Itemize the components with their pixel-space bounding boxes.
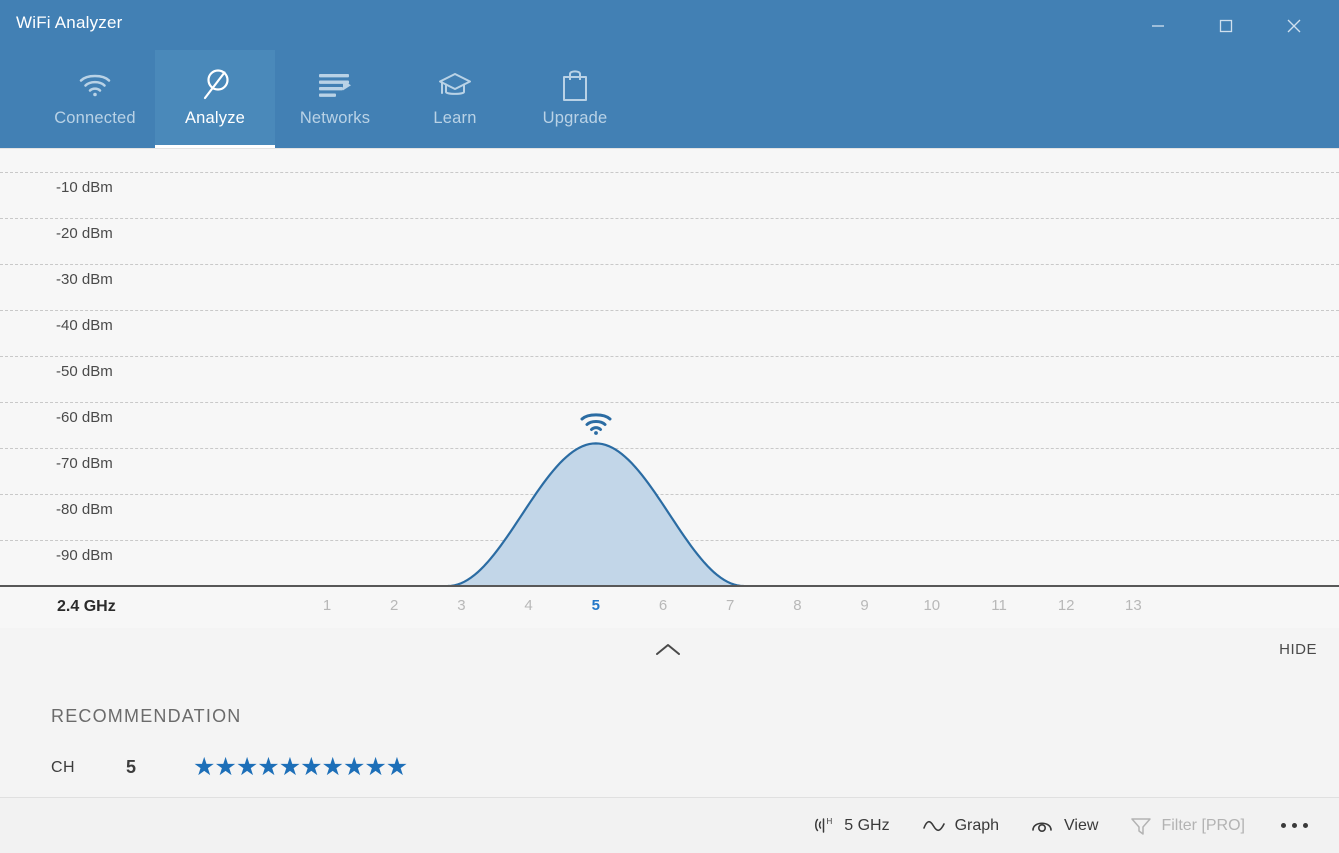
rating-star: ★ — [364, 755, 385, 780]
nav-item-connected[interactable]: Connected — [35, 50, 155, 148]
minimize-button[interactable] — [1135, 0, 1181, 52]
chart-x-axis: 2.4 GHz 12345678910111213 — [0, 585, 1339, 628]
wifi-analyzer-window: WiFi Analyzer — [0, 0, 1339, 853]
channel-tick-6[interactable]: 6 — [659, 598, 667, 613]
channel-tick-11[interactable]: 11 — [991, 598, 1007, 613]
close-icon — [1285, 17, 1303, 35]
toolbar-graph-button[interactable]: Graph — [906, 806, 1015, 846]
channel-tick-4[interactable]: 4 — [524, 598, 532, 613]
rating-star: ★ — [214, 755, 235, 780]
maximize-icon — [1218, 18, 1234, 34]
toolbar-more-button[interactable] — [1267, 806, 1321, 846]
band-label: 2.4 GHz — [57, 598, 116, 616]
channel-tick-1[interactable]: 1 — [323, 598, 331, 613]
toolbar-graph-label: Graph — [955, 817, 999, 835]
close-button[interactable] — [1271, 0, 1317, 52]
panel-collapse-bar: HIDE — [0, 628, 1339, 675]
rating-star: ★ — [257, 755, 278, 780]
app-header: WiFi Analyzer — [0, 0, 1339, 148]
antenna-band-icon: H — [813, 816, 835, 836]
wave-graph-icon — [922, 817, 946, 835]
analyze-magnifier-icon — [199, 64, 231, 106]
collapse-chevron-button[interactable] — [645, 637, 691, 667]
access-point-wifi-icon[interactable] — [579, 412, 613, 441]
toolbar-filter-button[interactable]: Filter [PRO] — [1114, 806, 1261, 846]
window-controls — [1135, 0, 1339, 52]
channel-tick-7[interactable]: 7 — [726, 598, 734, 613]
channel-tick-2[interactable]: 2 — [390, 598, 398, 613]
channel-tick-10[interactable]: 10 — [923, 598, 940, 613]
network-signal-curve — [0, 149, 1339, 585]
main-nav: Connected Analyze — [35, 50, 635, 148]
nav-item-networks[interactable]: Networks — [275, 50, 395, 148]
toolbar-view-button[interactable]: View — [1015, 806, 1114, 846]
recommendation-ch-label: CH — [51, 759, 75, 777]
toolbar-band-label: 5 GHz — [844, 817, 889, 835]
hide-button[interactable]: HIDE — [1279, 641, 1317, 658]
chevron-up-icon — [653, 641, 683, 664]
channel-tick-9[interactable]: 9 — [860, 598, 868, 613]
more-dot — [1292, 823, 1297, 828]
signal-chart[interactable]: -10 dBm-20 dBm-30 dBm-40 dBm-50 dBm-60 d… — [0, 148, 1339, 585]
channel-tick-8[interactable]: 8 — [793, 598, 801, 613]
wifi-icon — [78, 64, 112, 106]
minimize-icon — [1150, 18, 1166, 34]
channel-tick-3[interactable]: 3 — [457, 598, 465, 613]
channel-tick-12[interactable]: 12 — [1058, 598, 1075, 613]
title-bar: WiFi Analyzer — [0, 0, 1339, 52]
toolbar-band-button[interactable]: H 5 GHz — [797, 806, 905, 846]
svg-text:H: H — [827, 817, 833, 826]
recommendation-panel: RECOMMENDATION CH 5 ★★★★★★★★★★ SINITC — [0, 675, 1339, 797]
nav-label-analyze: Analyze — [185, 110, 245, 127]
recommendation-rating-stars: ★★★★★★★★★★ — [193, 755, 407, 780]
maximize-button[interactable] — [1203, 0, 1249, 52]
rating-star: ★ — [322, 755, 343, 780]
network-curve-fill — [448, 443, 744, 585]
toolbar-view-label: View — [1064, 817, 1098, 835]
funnel-filter-icon — [1130, 816, 1152, 836]
rating-star: ★ — [300, 755, 321, 780]
recommendation-title: RECOMMENDATION — [51, 706, 241, 727]
toolbar-filter-label: Filter [PRO] — [1161, 817, 1245, 835]
rating-star: ★ — [193, 755, 214, 780]
graduation-cap-icon — [437, 64, 473, 106]
networks-bars-icon — [317, 64, 353, 106]
recommendation-ch-value: 5 — [126, 757, 136, 778]
shopping-bag-icon — [560, 64, 590, 106]
nav-label-connected: Connected — [54, 110, 136, 127]
rating-star: ★ — [236, 755, 257, 780]
nav-label-upgrade: Upgrade — [543, 110, 608, 127]
more-dot — [1303, 823, 1308, 828]
nav-item-upgrade[interactable]: Upgrade — [515, 50, 635, 148]
nav-item-learn[interactable]: Learn — [395, 50, 515, 148]
rating-star: ★ — [279, 755, 300, 780]
nav-label-learn: Learn — [433, 110, 476, 127]
rating-star: ★ — [343, 755, 364, 780]
rating-star: ★ — [386, 755, 407, 780]
more-dot — [1281, 823, 1286, 828]
channel-tick-13[interactable]: 13 — [1125, 598, 1142, 613]
bottom-toolbar: H 5 GHz Graph View — [0, 797, 1339, 853]
app-title: WiFi Analyzer — [16, 13, 123, 33]
nav-label-networks: Networks — [300, 110, 370, 127]
eye-view-icon — [1031, 816, 1055, 836]
nav-item-analyze[interactable]: Analyze — [155, 50, 275, 148]
channel-tick-5[interactable]: 5 — [592, 598, 600, 613]
